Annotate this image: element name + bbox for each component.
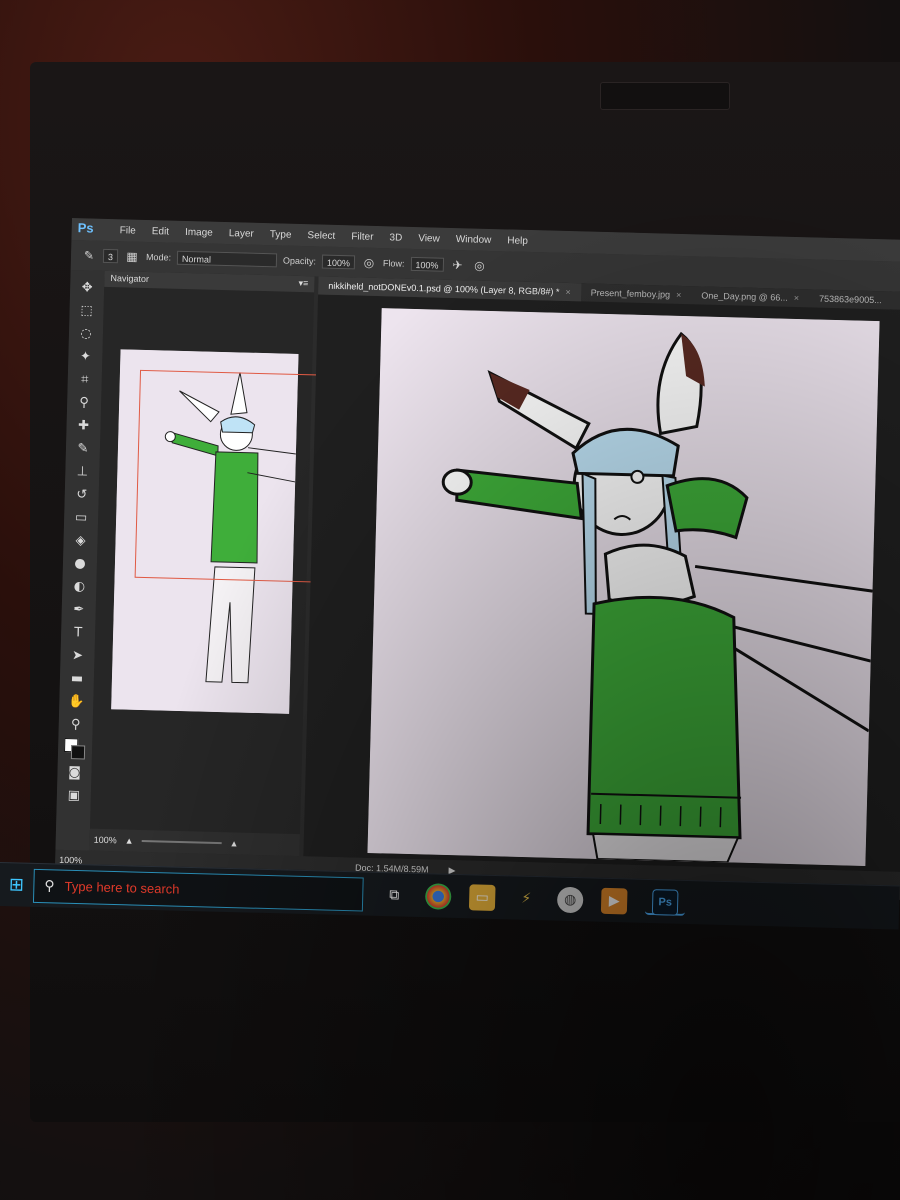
pressure-size-icon[interactable]: ◎ (471, 257, 487, 273)
hand-tool-icon[interactable]: ✋ (66, 692, 87, 713)
shape-tool-icon[interactable]: ▬ (67, 669, 88, 690)
navigator-thumbnail[interactable] (111, 349, 330, 714)
tab-label: Present_femboy.jpg (590, 287, 671, 300)
tab-753863[interactable]: 753863e9005... (809, 293, 892, 306)
screen-mode-icon[interactable]: ▣ (64, 786, 85, 807)
menu-edit[interactable]: Edit (144, 225, 178, 237)
pen-tool-icon[interactable]: ✒ (68, 600, 89, 621)
color-swatches[interactable] (64, 737, 87, 761)
tab-label: 753863e9005... (818, 293, 882, 306)
quick-mask-icon[interactable]: ◙ (64, 763, 85, 784)
lasso-tool-icon[interactable]: ◌ (76, 324, 97, 345)
photoshop-logo: Ps (77, 220, 94, 236)
winamp-icon[interactable]: ⚡ (513, 885, 540, 912)
menu-layer[interactable]: Layer (221, 227, 262, 240)
panel-menu-icon[interactable]: ▾≡ (298, 278, 308, 290)
opacity-label: Opacity: (282, 255, 317, 267)
navigator-title: Navigator (110, 273, 150, 285)
brush-panel-icon[interactable]: ▦ (124, 248, 140, 264)
menu-filter[interactable]: Filter (343, 231, 382, 243)
windows-start-icon[interactable]: ⊞ (0, 867, 34, 902)
dodge-tool-icon[interactable]: ◐ (69, 577, 90, 598)
menu-type[interactable]: Type (262, 228, 300, 241)
menu-3d[interactable]: 3D (381, 232, 410, 244)
tab-label: nikkiheld_notDONEv0.1.psd @ 100% (Layer … (328, 280, 560, 297)
pressure-opacity-icon[interactable]: ◎ (361, 255, 377, 271)
mode-label: Mode: (145, 251, 172, 263)
tab-one-day[interactable]: One_Day.png @ 66... × (691, 290, 809, 304)
paint-bucket-tool-icon[interactable]: ◈ (70, 531, 91, 552)
task-view-icon[interactable]: ⧉ (381, 881, 408, 908)
path-select-tool-icon[interactable]: ➤ (67, 646, 88, 667)
taskbar-search-box[interactable]: ⚲ Type here to search (32, 868, 364, 912)
brush-size-field[interactable]: 3 (102, 248, 119, 264)
canvas-artwork (367, 308, 880, 866)
type-tool-icon[interactable]: T (68, 623, 89, 644)
move-tool-icon[interactable]: ✥ (77, 278, 98, 299)
brush-tool-icon[interactable]: ✎ (73, 439, 94, 460)
eyedropper-tool-icon[interactable]: ⚲ (74, 393, 95, 414)
magic-wand-tool-icon[interactable]: ✦ (75, 347, 96, 368)
tab-present-femboy[interactable]: Present_femboy.jpg × (581, 287, 692, 300)
flow-field[interactable]: 100% (410, 256, 444, 272)
eraser-tool-icon[interactable]: ▭ (71, 508, 92, 529)
menu-view[interactable]: View (410, 232, 448, 245)
mode-select[interactable]: Normal (176, 250, 278, 268)
stamp-tool-icon[interactable]: ⊥ (72, 462, 93, 483)
brush-preset-icon[interactable]: ✎ (81, 247, 97, 263)
laptop-webcam-bar (600, 82, 730, 110)
airbrush-icon[interactable]: ✈ (449, 257, 465, 273)
search-icon: ⚲ (44, 877, 55, 894)
close-icon[interactable]: × (676, 290, 682, 300)
marquee-tool-icon[interactable]: ⬚ (76, 301, 97, 322)
close-icon[interactable]: × (565, 287, 571, 297)
chrome-icon[interactable] (424, 882, 452, 910)
document-area: nikkiheld_notDONEv0.1.psd @ 100% (Layer … (303, 276, 900, 873)
history-brush-icon[interactable]: ↺ (71, 485, 92, 506)
blur-tool-icon[interactable]: ● (70, 554, 91, 575)
menu-image[interactable]: Image (177, 226, 221, 238)
zoom-tool-icon[interactable]: ⚲ (65, 715, 86, 736)
menu-file[interactable]: File (112, 225, 144, 237)
photoshop-icon: Ps (651, 888, 679, 916)
zoom-in-icon[interactable]: ▲ (230, 838, 239, 848)
navigator-zoom-slider[interactable] (141, 840, 222, 845)
photoshop-window: Ps File Edit Image Layer Type Select Fil… (54, 218, 900, 901)
opacity-field[interactable]: 100% (321, 254, 356, 270)
healing-tool-icon[interactable]: ✚ (73, 416, 94, 437)
file-explorer-icon[interactable]: ▭ (468, 883, 496, 911)
tab-label: One_Day.png @ 66... (701, 290, 788, 303)
media-player-icon[interactable]: ▶ (600, 887, 628, 914)
navigator-view-rect[interactable] (134, 369, 330, 583)
document-canvas[interactable] (367, 308, 880, 866)
flow-label: Flow: (382, 258, 405, 269)
crop-tool-icon[interactable]: ⌗ (74, 370, 95, 391)
photoshop-taskbar-item[interactable]: Ps (644, 888, 686, 916)
close-icon[interactable]: × (794, 293, 800, 303)
menu-select[interactable]: Select (299, 229, 343, 242)
menu-window[interactable]: Window (448, 233, 500, 246)
background-color[interactable] (70, 745, 86, 760)
search-placeholder: Type here to search (64, 878, 180, 897)
paint-icon[interactable]: ◍ (556, 886, 584, 913)
navigator-panel: Navigator ▾≡ 100% ▲ ▲ (89, 270, 330, 857)
zoom-out-icon[interactable]: ▲ (125, 836, 134, 846)
navigator-zoom-value[interactable]: 100% (94, 835, 117, 846)
menu-help[interactable]: Help (499, 235, 536, 247)
taskbar-apps: ⧉ ▭ ⚡ ◍ ▶ Ps (381, 881, 686, 916)
